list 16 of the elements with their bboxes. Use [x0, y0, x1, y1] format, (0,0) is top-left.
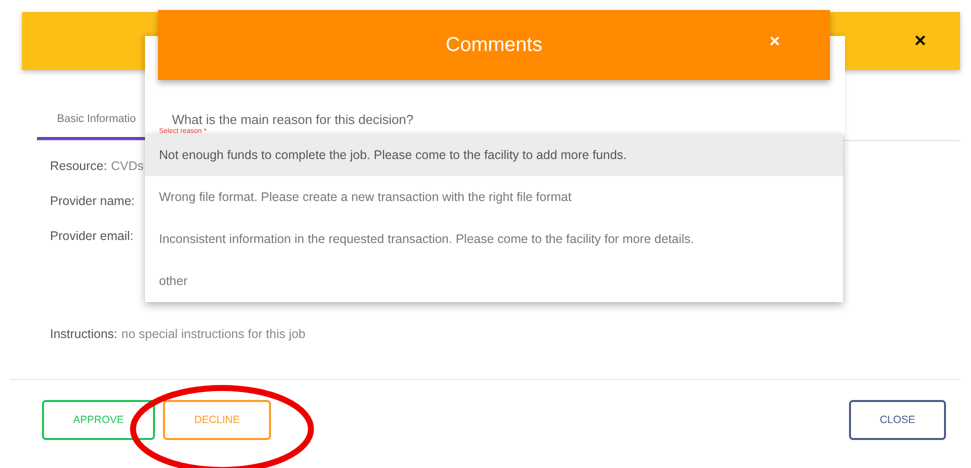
field-label: Resource:	[50, 158, 107, 175]
field-label: Provider name:	[50, 193, 135, 210]
menu-item[interactable]: Not enough funds to complete the job. Please come to the facility to add more funds.	[145, 134, 843, 176]
field-label: Instructions:	[50, 326, 118, 343]
question-text: What is the main reason for this decision?	[172, 112, 414, 127]
close-button[interactable]: ×	[769, 32, 780, 50]
field-label: Provider email:	[50, 228, 134, 245]
menu-item[interactable]: Inconsistent information in the requested transaction. Please come to the facility for more details.	[145, 218, 843, 260]
menu-item[interactable]: other	[145, 260, 843, 302]
approve-button[interactable]: APPROVE	[42, 400, 155, 440]
field-value: CVDs	[110, 158, 144, 175]
close-button[interactable]: CLOSE	[849, 400, 946, 440]
close-button[interactable]: ×	[914, 31, 926, 51]
dialog-title: Comments	[446, 34, 542, 56]
menu-item[interactable]: Wrong file format. Please create a new transaction with the right file format	[145, 176, 843, 218]
field-value: no special instructions for this job	[121, 326, 306, 343]
